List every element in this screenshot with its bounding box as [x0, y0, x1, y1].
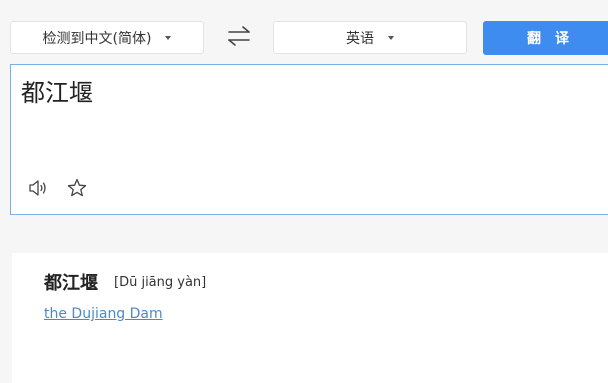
translate-button[interactable]: 翻译 — [483, 21, 608, 55]
source-text-input[interactable]: 都江堰 — [10, 64, 608, 215]
translation-toolbar: 检测到中文(简体) 英语 翻译 — [0, 0, 608, 62]
target-language-label: 英语 — [346, 30, 374, 47]
source-text[interactable]: 都江堰 — [21, 78, 93, 108]
speak-button[interactable] — [27, 177, 49, 199]
chevron-down-icon — [165, 36, 172, 40]
result-pinyin: [Dū jiāng yàn] — [114, 275, 207, 290]
source-language-label: 检测到中文(简体) — [42, 30, 152, 47]
favorite-button[interactable] — [66, 177, 88, 199]
star-icon — [67, 178, 87, 197]
swap-languages-button[interactable] — [223, 24, 255, 50]
translation-result-card: 都江堰 [Dū jiāng yàn] the Dujiang Dam — [12, 253, 608, 383]
source-language-select[interactable]: 检测到中文(简体) — [10, 21, 204, 54]
result-word: 都江堰 — [44, 273, 98, 294]
swap-arrows-icon — [228, 26, 250, 46]
chevron-down-icon — [388, 36, 394, 40]
target-language-select[interactable]: 英语 — [273, 21, 467, 54]
result-meaning-link[interactable]: the Dujiang Dam — [44, 306, 163, 322]
speaker-icon — [29, 180, 46, 196]
